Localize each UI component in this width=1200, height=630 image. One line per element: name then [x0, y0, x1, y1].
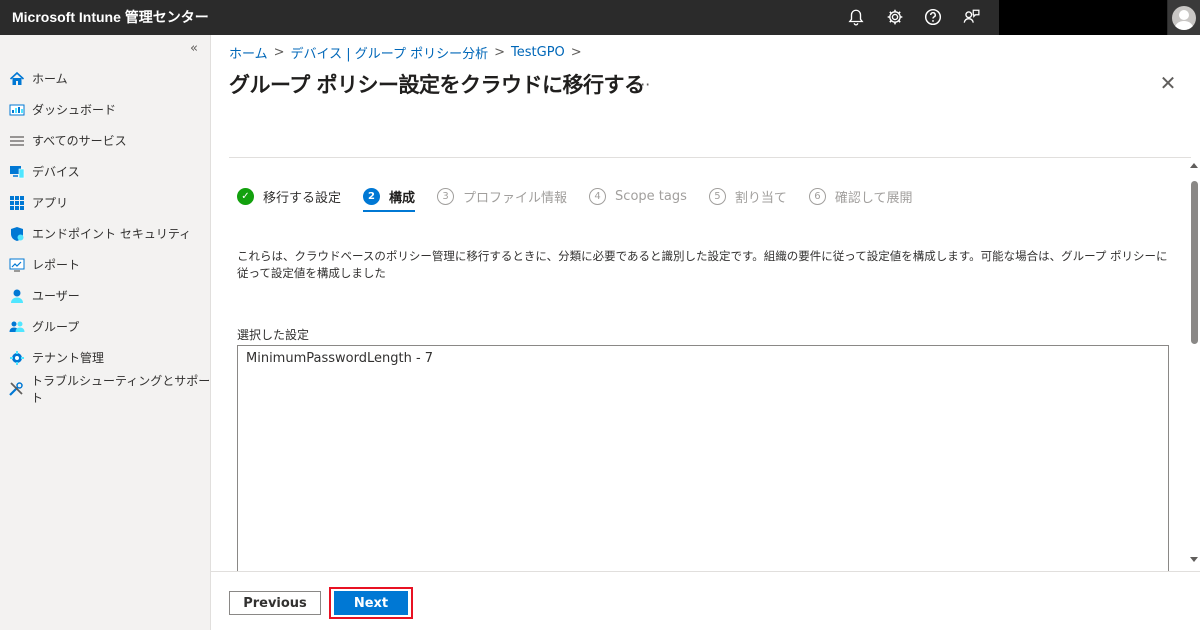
step-label: プロファイル情報	[463, 190, 568, 206]
sidebar-item-groups[interactable]: グループ	[0, 311, 211, 342]
sidebar-item-dashboard[interactable]: ダッシュボード	[0, 94, 211, 125]
sidebar-item-apps[interactable]: アプリ	[0, 187, 211, 218]
gear-icon[interactable]	[882, 4, 908, 30]
next-button-highlight: Next	[329, 587, 413, 619]
dashboard-icon	[8, 101, 26, 119]
home-icon	[8, 70, 26, 88]
sidebar-item-label: トラブルシューティングとサポート	[30, 373, 211, 405]
sidebar-item-devices[interactable]: デバイス	[0, 156, 211, 187]
header-divider	[229, 157, 1191, 158]
sidebar: « ホーム ダッシュボード すべてのサービス デバイス アプリ エンドポイント …	[0, 35, 211, 630]
page-title: グループ ポリシー設定をクラウドに移行する	[229, 73, 645, 97]
account-button[interactable]	[1168, 0, 1200, 35]
scroll-down-icon[interactable]	[1190, 557, 1198, 562]
step-label: 構成	[389, 190, 416, 206]
report-icon	[8, 256, 26, 274]
breadcrumb: ホーム > デバイス | グループ ポリシー分析 > TestGPO >	[229, 43, 582, 62]
step-label: 確認して展開	[834, 190, 913, 206]
sidebar-item-troubleshooting[interactable]: トラブルシューティングとサポート	[0, 373, 211, 405]
step-label: 移行する設定	[263, 190, 342, 206]
step-number: 3	[437, 187, 455, 205]
step-number: 5	[708, 187, 726, 205]
sidebar-item-label: アプリ	[32, 196, 69, 210]
step-number: 4	[589, 187, 607, 205]
list-icon	[8, 132, 26, 150]
description-text: これらは、クラウドベースのポリシー管理に移行するときに、分類に必要であると識別し…	[237, 249, 1168, 280]
selected-settings-value: MinimumPasswordLength - 7	[246, 351, 434, 366]
sidebar-nav: ホーム ダッシュボード すべてのサービス デバイス アプリ エンドポイント セキ…	[0, 63, 211, 405]
scrollbar[interactable]	[1188, 159, 1200, 571]
sidebar-item-label: ダッシュボード	[32, 103, 117, 117]
avatar	[1172, 5, 1196, 30]
breadcrumb-devices[interactable]: デバイス | グループ ポリシー分析	[291, 43, 489, 62]
step-review-deploy[interactable]: 6 確認して展開	[808, 186, 913, 206]
user-icon	[8, 287, 26, 305]
sidebar-item-users[interactable]: ユーザー	[0, 280, 211, 311]
close-button[interactable]: ✕	[1158, 73, 1178, 93]
scroll-thumb[interactable]	[1191, 181, 1198, 344]
step-number: 2	[363, 187, 381, 205]
next-button[interactable]: Next	[334, 591, 408, 615]
sidebar-item-label: エンドポイント セキュリティ	[32, 227, 192, 241]
step-label: 割り当て	[734, 190, 787, 206]
selected-settings-field[interactable]: MinimumPasswordLength - 7	[237, 345, 1169, 575]
breadcrumb-separator: >	[570, 45, 582, 60]
sidebar-item-label: テナント管理	[32, 351, 105, 365]
sidebar-item-reports[interactable]: レポート	[0, 249, 211, 280]
sidebar-item-endpoint-security[interactable]: エンドポイント セキュリティ	[0, 218, 211, 249]
checkmark-icon: ✓	[237, 187, 254, 205]
redacted-account-area	[999, 0, 1167, 35]
top-bar: Microsoft Intune 管理センター	[0, 0, 1200, 35]
sidebar-item-label: グループ	[32, 320, 80, 334]
sidebar-item-label: ホーム	[32, 72, 68, 86]
app-title[interactable]: Microsoft Intune 管理センター	[12, 0, 209, 35]
sidebar-item-label: レポート	[32, 258, 81, 272]
step-migrate-settings[interactable]: ✓ 移行する設定	[237, 186, 341, 206]
step-assignments[interactable]: 5 割り当て	[708, 186, 787, 206]
tools-icon	[8, 380, 25, 398]
apps-icon	[8, 194, 26, 212]
breadcrumb-separator: >	[273, 45, 285, 60]
selected-settings-label: 選択した設定	[237, 328, 310, 342]
group-icon	[8, 318, 26, 336]
main-panel: ホーム > デバイス | グループ ポリシー分析 > TestGPO > グルー…	[211, 35, 1200, 630]
footer: Previous Next	[211, 571, 1200, 630]
more-options-button[interactable]: ···	[635, 75, 650, 94]
scroll-up-icon[interactable]	[1190, 163, 1198, 168]
tenant-icon	[8, 349, 26, 367]
sidebar-item-home[interactable]: ホーム	[0, 63, 211, 94]
shield-icon	[8, 225, 26, 243]
collapse-sidebar-button[interactable]: «	[190, 41, 198, 56]
sidebar-item-tenant-admin[interactable]: テナント管理	[0, 342, 211, 373]
wizard-steps: ✓ 移行する設定 2 構成 3 プロファイル情報 4 Scope tags 5 …	[237, 186, 935, 212]
sidebar-item-label: ユーザー	[32, 289, 80, 303]
devices-icon	[8, 163, 26, 181]
help-icon[interactable]	[920, 4, 946, 30]
step-configuration[interactable]: 2 構成	[363, 186, 416, 212]
breadcrumb-home[interactable]: ホーム	[229, 43, 268, 62]
bell-icon[interactable]	[843, 4, 869, 30]
step-label: Scope tags	[615, 188, 687, 204]
step-number: 6	[808, 187, 826, 205]
sidebar-item-label: すべてのサービス	[32, 134, 127, 148]
step-scope-tags[interactable]: 4 Scope tags	[589, 186, 687, 206]
step-profile-info[interactable]: 3 プロファイル情報	[437, 186, 567, 206]
feedback-icon[interactable]	[958, 4, 984, 30]
previous-button[interactable]: Previous	[229, 591, 321, 615]
breadcrumb-separator: >	[494, 45, 506, 60]
breadcrumb-testgpo[interactable]: TestGPO	[511, 45, 565, 60]
sidebar-item-label: デバイス	[32, 165, 80, 179]
sidebar-item-all-services[interactable]: すべてのサービス	[0, 125, 211, 156]
